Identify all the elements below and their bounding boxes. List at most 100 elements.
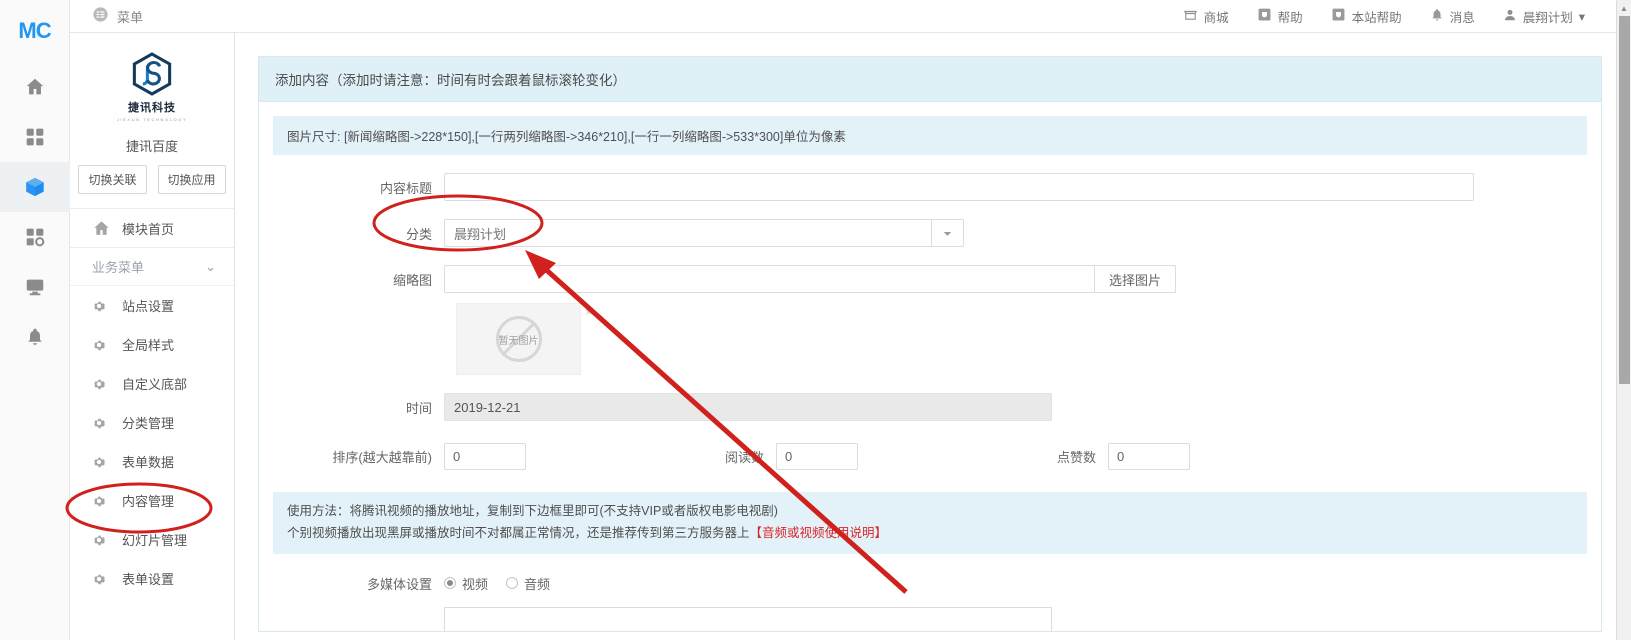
panel-title: 添加内容（添加时请注意：时间有时会跟着鼠标滚轮变化）: [259, 57, 1601, 102]
sidebar-item-label: 表单设置: [122, 572, 175, 587]
gear-icon: [92, 533, 122, 547]
sort-label: 排序(越大越靠前): [332, 450, 432, 465]
site-logo-subtext: JIEXUN TECHNOLOGY: [116, 117, 188, 122]
topbar-user-label: 晨翔计划: [1522, 10, 1573, 25]
radio-dot-audio-icon: [506, 577, 519, 590]
rail-item-grid-settings[interactable]: [0, 212, 70, 262]
site-switch-buttons: 切换关联 切换应用: [70, 165, 234, 194]
sort-input[interactable]: 0: [444, 443, 526, 470]
sidebar-item-form-settings[interactable]: 表单设置: [70, 559, 234, 598]
radio-label-audio: 音频: [524, 576, 551, 592]
rail-item-apps[interactable]: [0, 112, 70, 162]
video-url-input[interactable]: [444, 606, 1052, 631]
field-row-title: 内容标题: [259, 173, 1601, 201]
field-row-thumbnail: 缩略图 选择图片: [259, 265, 1601, 293]
chevron-down-icon: ⌄: [205, 258, 216, 274]
sidebar-group-business-menu[interactable]: 业务菜单 ⌄: [70, 248, 234, 286]
sidebar-item-label: 表单数据: [122, 455, 175, 470]
monitor-icon: [24, 276, 46, 298]
field-row-time: 时间 2019-12-21: [259, 393, 1601, 421]
category-label: 分类: [405, 226, 432, 242]
thumbnail-preview: 暂无图片: [456, 303, 581, 375]
bell-icon: [25, 327, 45, 347]
menu-toggle-button[interactable]: 菜单: [92, 6, 143, 26]
rail-item-monitor[interactable]: [0, 262, 70, 312]
switch-relation-button[interactable]: 切换关联: [78, 165, 147, 194]
sidebar-group-label: 业务菜单: [92, 260, 145, 275]
grid-icon: [25, 127, 45, 147]
radio-option-audio[interactable]: 音频: [506, 574, 550, 593]
no-image-label: 暂无图片: [498, 335, 539, 347]
sidebar-item-category-management[interactable]: 分类管理: [70, 403, 234, 442]
usage-instructions: 使用方法：将腾讯视频的播放地址，复制到下边框里即可(不支持VIP或者版权电影电视…: [273, 492, 1587, 554]
radio-dot-video-icon: [444, 577, 456, 590]
media-settings-row: 多媒体设置 视频 音频: [259, 574, 1601, 593]
main-content: 添加内容（添加时请注意：时间有时会跟着鼠标滚轮变化） 图片尺寸: [新闻缩略图-…: [236, 34, 1616, 640]
topbar-item-site-help[interactable]: 本站帮助: [1331, 7, 1402, 26]
sidebar-item-content-management[interactable]: 内容管理: [70, 481, 234, 520]
sidebar-item-label: 幻灯片管理: [122, 533, 188, 548]
sidebar-item-site-settings[interactable]: 站点设置: [70, 286, 234, 325]
usage-doc-link[interactable]: 【音频或视频使用说明】: [750, 526, 888, 540]
title-input[interactable]: [444, 173, 1474, 201]
category-input[interactable]: 晨翔计划: [444, 219, 931, 247]
topbar-item-label: 消息: [1449, 10, 1475, 25]
sidebar-item-global-style[interactable]: 全局样式: [70, 325, 234, 364]
add-content-panel: 添加内容（添加时请注意：时间有时会跟着鼠标滚轮变化） 图片尺寸: [新闻缩略图-…: [258, 56, 1602, 632]
topbar-right-group: 商城 帮助 本站帮助 消息 晨翔计划 ▾: [1183, 7, 1615, 26]
site-logo: [70, 51, 234, 97]
topbar: 菜单 商城 帮助 本站帮助 消息 晨翔计划 ▾: [70, 0, 1631, 33]
topbar-item-label: 本站帮助: [1351, 10, 1402, 25]
sidebar-item-custom-footer[interactable]: 自定义底部: [70, 364, 234, 403]
rail-item-home[interactable]: [0, 62, 70, 112]
likes-input[interactable]: 0: [1108, 443, 1190, 470]
gear-icon: [92, 299, 122, 313]
scrollbar-thumb[interactable]: [1619, 16, 1630, 384]
sidebar-item-module-home[interactable]: 模块首页: [70, 209, 234, 248]
cube-icon: [24, 176, 46, 198]
reads-label: 阅读数: [724, 450, 764, 465]
site-help-icon: [1331, 7, 1346, 25]
sidebar: 捷讯科技 JIEXUN TECHNOLOGY 捷讯百度 切换关联 切换应用 模块…: [70, 33, 235, 640]
topbar-item-help[interactable]: 帮助: [1257, 7, 1303, 26]
site-block: 捷讯科技 JIEXUN TECHNOLOGY 捷讯百度 切换关联 切换应用: [70, 33, 234, 209]
icon-rail: MC: [0, 0, 70, 640]
time-label: 时间: [405, 400, 432, 416]
usage-line-1: 使用方法：将腾讯视频的播放地址，复制到下边框里即可(不支持VIP或者版权电影电视…: [287, 504, 778, 518]
chevron-down-icon[interactable]: [931, 219, 964, 247]
grid-settings-icon: [25, 227, 45, 247]
brand-logo: MC: [18, 18, 51, 43]
scroll-up-arrow-icon[interactable]: ▲: [1617, 0, 1631, 16]
sidebar-item-form-data[interactable]: 表单数据: [70, 442, 234, 481]
menu-icon: [92, 6, 109, 26]
close-icon[interactable]: ×: [585, 305, 592, 375]
time-input[interactable]: 2019-12-21: [444, 393, 1052, 421]
help-icon: [1257, 7, 1272, 25]
menu-toggle-label: 菜单: [117, 9, 144, 25]
topbar-item-messages[interactable]: 消息: [1430, 7, 1475, 26]
reads-input[interactable]: 0: [776, 443, 858, 470]
sidebar-item-label: 自定义底部: [122, 377, 188, 392]
thumbnail-input[interactable]: [444, 265, 1094, 293]
gear-icon: [92, 377, 122, 391]
page-scrollbar[interactable]: ▲: [1616, 0, 1631, 640]
chevron-down-icon: ▾: [1578, 9, 1585, 24]
rail-item-modules[interactable]: [0, 162, 70, 212]
category-select[interactable]: 晨翔计划: [444, 219, 964, 247]
gear-icon: [92, 416, 122, 430]
topbar-item-shop[interactable]: 商城: [1183, 7, 1229, 26]
switch-app-button[interactable]: 切换应用: [157, 165, 226, 194]
home-icon: [92, 219, 122, 238]
sidebar-item-slideshow-management[interactable]: 幻灯片管理: [70, 520, 234, 559]
home-icon: [24, 76, 46, 98]
thumbnail-field: 选择图片: [444, 265, 1177, 293]
radio-option-video[interactable]: 视频: [444, 574, 488, 593]
rail-item-notifications[interactable]: [0, 312, 70, 362]
sidebar-item-label: 站点设置: [122, 299, 175, 314]
thumbnail-label: 缩略图: [392, 272, 432, 288]
select-image-button[interactable]: 选择图片: [1094, 265, 1177, 293]
topbar-item-user[interactable]: 晨翔计划 ▾: [1503, 7, 1585, 26]
image-size-notice: 图片尺寸: [新闻缩略图->228*150],[一行两列缩略图->346*210…: [273, 116, 1587, 155]
radio-label-video: 视频: [462, 576, 489, 592]
hexagon-logo-icon: [132, 52, 172, 96]
